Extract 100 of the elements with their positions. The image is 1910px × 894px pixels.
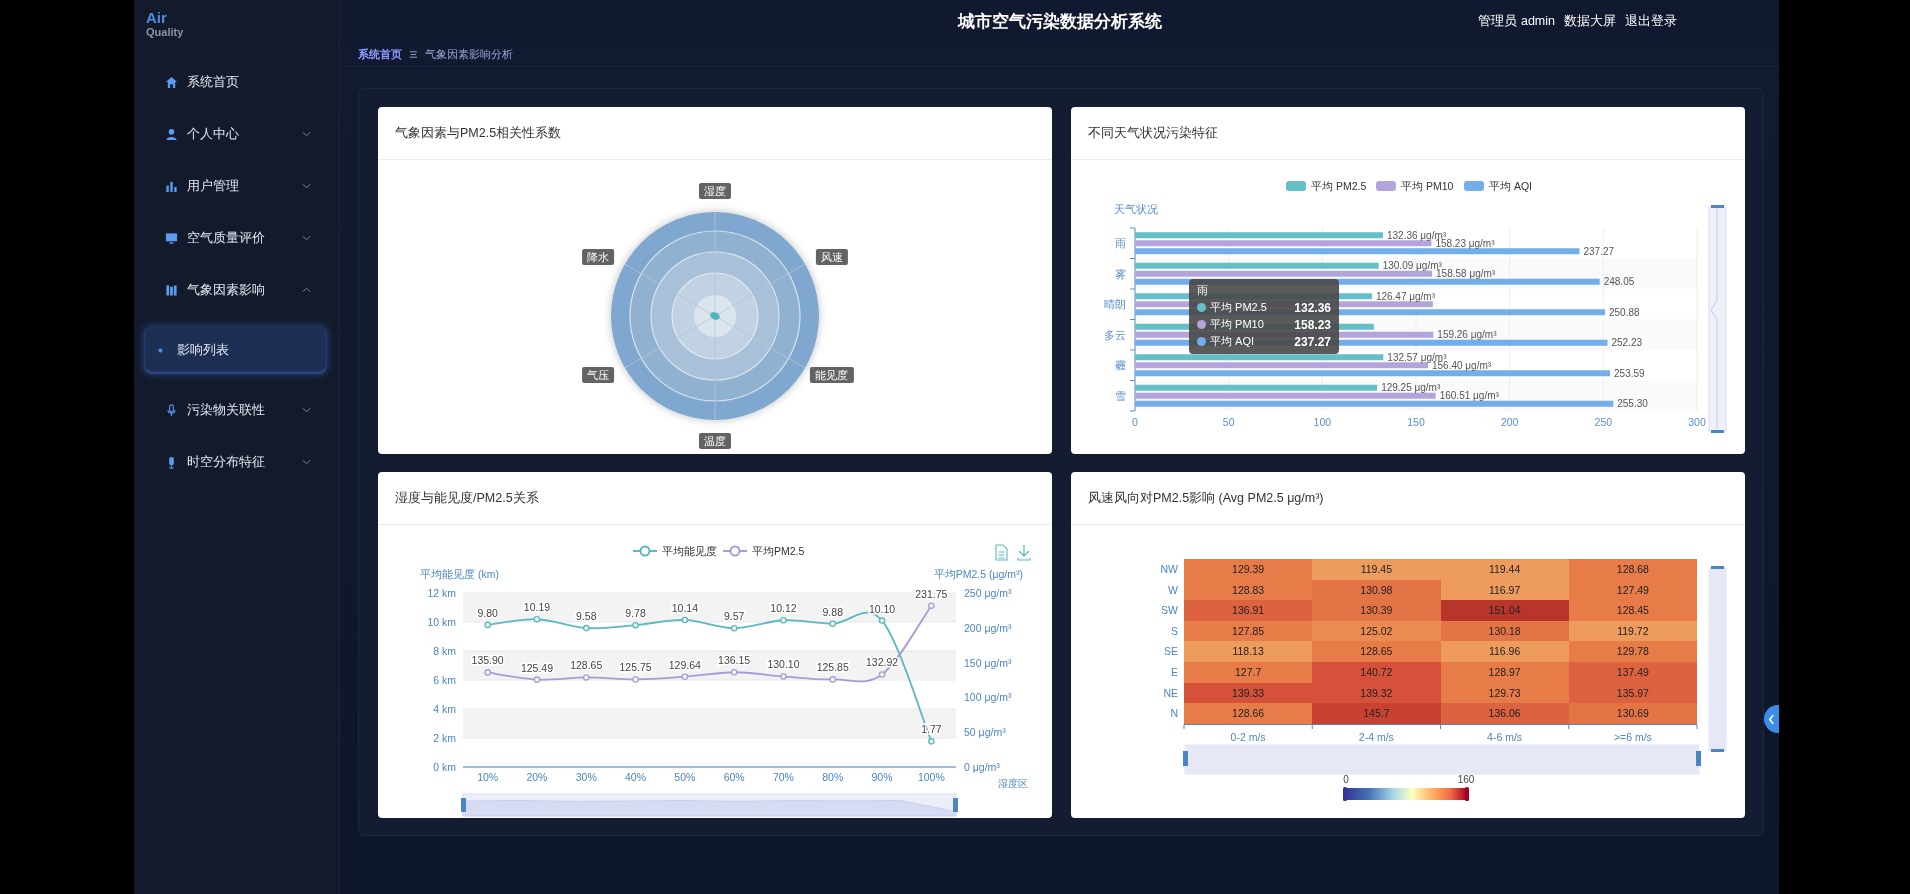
- axis-title: 天气状况: [1114, 203, 1158, 215]
- value-label: 10.10: [868, 602, 896, 615]
- axis-label: W: [1167, 582, 1179, 598]
- axis-label: 30%: [575, 771, 597, 783]
- legend-label: 平均能见度: [662, 545, 717, 557]
- indicator-label: 温度: [699, 433, 731, 449]
- app-title: 城市空气污染数据分析系统: [957, 10, 1162, 33]
- value-label: 126.47 μg/m³: [1375, 290, 1436, 302]
- card-title: 气象因素与PM2.5相关性系数: [395, 124, 562, 142]
- axis-label: 4-6 m/s: [1486, 729, 1524, 745]
- axis-label: 80%: [822, 771, 844, 783]
- series-value: 237.27: [1294, 334, 1331, 349]
- card-title: 不同天气状况污染特征: [1088, 124, 1218, 142]
- value-label: 132.57 μg/m³: [1387, 351, 1447, 363]
- legend-label: 平均 PM10: [1401, 180, 1454, 192]
- value-label: 9.78: [625, 607, 646, 620]
- value-label: 253.59: [1614, 367, 1645, 379]
- axis-label: 多云: [1104, 328, 1126, 341]
- value-label: 132.92: [866, 656, 899, 669]
- value-label: 125.49: [520, 661, 553, 674]
- value-label: 9.80: [477, 606, 498, 619]
- heatmap-cell: 151.04: [1440, 600, 1569, 621]
- axis-label: 90%: [871, 771, 893, 783]
- axis-label: 200 μg/m³: [964, 621, 1012, 634]
- axis-title: 湿度区: [998, 778, 1028, 789]
- axis-label: 100%: [917, 771, 945, 783]
- scale-label: 160: [1457, 774, 1475, 785]
- heatmap-cell: 136.06: [1440, 703, 1569, 724]
- value-label: 136.15: [718, 654, 751, 667]
- legend-label: 平均PM2.5: [752, 545, 805, 557]
- value-label: 10.19: [523, 601, 551, 614]
- heatmap-cell: 145.7: [1312, 703, 1441, 724]
- axis-label: NE: [1162, 685, 1179, 701]
- value-label: 160.51 μg/m³: [1439, 390, 1499, 402]
- value-label: 130.10: [767, 658, 800, 671]
- heatmap-cell: 125.02: [1312, 620, 1441, 642]
- indicator-label: 能见度: [809, 367, 854, 383]
- value-label: 125.75: [619, 661, 652, 674]
- card-title: 风速风向对PM2.5影响 (Avg PM2.5 μg/m³): [1088, 489, 1324, 507]
- axis-label: 300: [1688, 416, 1706, 428]
- axis-label: 50 μg/m³: [964, 726, 1006, 739]
- axis-label: 0 km: [433, 761, 456, 773]
- series-name: 平均 AQI: [1210, 334, 1255, 349]
- axis-label: SE: [1163, 644, 1179, 660]
- series-value: 132.36: [1294, 300, 1331, 315]
- axis-label: >=6 m/s: [1612, 729, 1653, 745]
- axis-label: 0 μg/m³: [964, 761, 1000, 773]
- axis-label: N: [1169, 706, 1179, 722]
- series-value: 158.23: [1294, 317, 1331, 332]
- axis-label: 100: [1313, 416, 1332, 428]
- axis-label: 50%: [674, 771, 696, 783]
- axis-label: 250 μg/m³: [964, 587, 1012, 599]
- value-label: 248.05: [1603, 276, 1635, 288]
- value-label: 252.23: [1611, 337, 1643, 349]
- axis-label: 60%: [723, 771, 745, 783]
- logo-subtitle: Quality: [146, 26, 184, 39]
- scale-label: 0: [1343, 774, 1349, 785]
- value-label: 255.30: [1617, 398, 1648, 410]
- value-label: 9.57: [723, 610, 745, 623]
- heatmap-cell: 119.44: [1440, 559, 1569, 580]
- value-label: 10.12: [770, 602, 797, 615]
- tooltip-title: 雨: [1197, 283, 1209, 298]
- value-label: 10.14: [671, 601, 698, 614]
- heatmap-cell: 130.69: [1568, 703, 1697, 724]
- axis-label: 50: [1222, 416, 1235, 428]
- series-name: 平均 PM2.5: [1210, 300, 1268, 315]
- axis-label: 2 km: [433, 732, 456, 744]
- indicator-label: 降水: [582, 249, 615, 265]
- value-label: 129.25 μg/m³: [1381, 382, 1441, 394]
- value-label: 125.85: [816, 661, 849, 674]
- axis-label: 8 km: [433, 645, 456, 657]
- axis-label: 150: [1407, 416, 1425, 428]
- axis-label: 10%: [477, 771, 499, 783]
- heatmap-cell: 139.33: [1184, 682, 1313, 704]
- heatmap-cell: 130.39: [1312, 600, 1441, 621]
- axis-label: 0-2 m/s: [1229, 729, 1267, 745]
- axis-label: 雨: [1115, 237, 1126, 250]
- value-label: 129.64: [668, 658, 701, 671]
- value-label: 132.36 μg/m³: [1386, 229, 1447, 241]
- heatmap-cell: 119.45: [1312, 559, 1441, 580]
- indicator-label: 风速: [815, 249, 848, 265]
- axis-label: 雪: [1115, 389, 1126, 402]
- axis-label: 0: [1132, 416, 1138, 428]
- value-label: 135.90: [471, 654, 504, 667]
- indicator-label: 气压: [582, 367, 615, 383]
- heatmap-cell: 128.65: [1312, 641, 1441, 662]
- value-label: 231.75: [915, 587, 948, 600]
- heatmap-cell: 128.45: [1568, 600, 1697, 621]
- axis-label: SW: [1160, 603, 1179, 619]
- axis-label: NW: [1159, 562, 1179, 577]
- axis-label: 40%: [625, 771, 647, 783]
- heatmap-cell: 127.85: [1184, 620, 1313, 642]
- axis-label: 雾: [1115, 267, 1126, 280]
- legend-label: 平均 AQI: [1489, 180, 1533, 192]
- heatmap-cell: 136.91: [1184, 600, 1313, 621]
- value-label: 250.88: [1609, 306, 1640, 318]
- series-name: 平均 PM10: [1210, 317, 1265, 332]
- axis-label: S: [1170, 623, 1179, 639]
- heatmap-cell: 129.39: [1184, 559, 1313, 580]
- axis-label: E: [1170, 664, 1179, 680]
